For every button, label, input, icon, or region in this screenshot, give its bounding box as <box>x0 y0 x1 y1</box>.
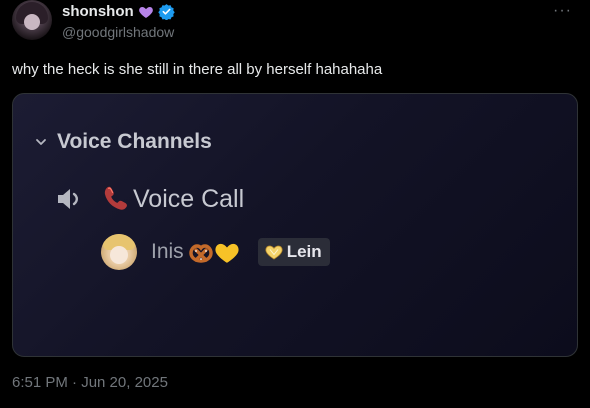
member-tag-label: Lein <box>286 242 322 261</box>
voice-member-row[interactable]: Inis Lein <box>101 234 330 270</box>
chevron-down-icon <box>36 139 46 145</box>
tweet-header: shonshon @goodgirlshadow ··· <box>12 0 578 50</box>
display-name[interactable]: shonshon <box>62 3 134 20</box>
member-name[interactable]: Inis <box>151 240 184 264</box>
yellow-heart-icon <box>215 243 239 263</box>
voice-channels-category: Voice Channels <box>35 130 212 154</box>
voice-channel-row: Voice Call <box>55 184 244 214</box>
member-tag[interactable]: Lein <box>257 238 330 266</box>
category-label: Voice Channels <box>57 130 212 153</box>
media-image[interactable]: Voice Channels Voice Call Inis Lein <box>12 93 578 357</box>
telephone-receiver-icon <box>104 186 127 210</box>
timestamp[interactable]: 6:51 PM · Jun 20, 2025 <box>12 374 168 391</box>
handle[interactable]: @goodgirlshadow <box>62 24 174 40</box>
speaker-icon <box>58 189 79 209</box>
voice-channel-name[interactable]: Voice Call <box>133 185 244 214</box>
avatar[interactable] <box>12 0 52 40</box>
purple-heart-icon <box>138 6 153 18</box>
member-avatar[interactable] <box>101 234 137 270</box>
more-options-icon[interactable]: ··· <box>553 2 572 20</box>
verified-badge-icon <box>157 4 175 20</box>
gem-heart-icon <box>265 245 283 259</box>
tweet-text: why the heck is she still in there all b… <box>12 61 383 78</box>
display-name-row: shonshon <box>62 3 175 20</box>
pretzel-icon <box>188 244 213 263</box>
